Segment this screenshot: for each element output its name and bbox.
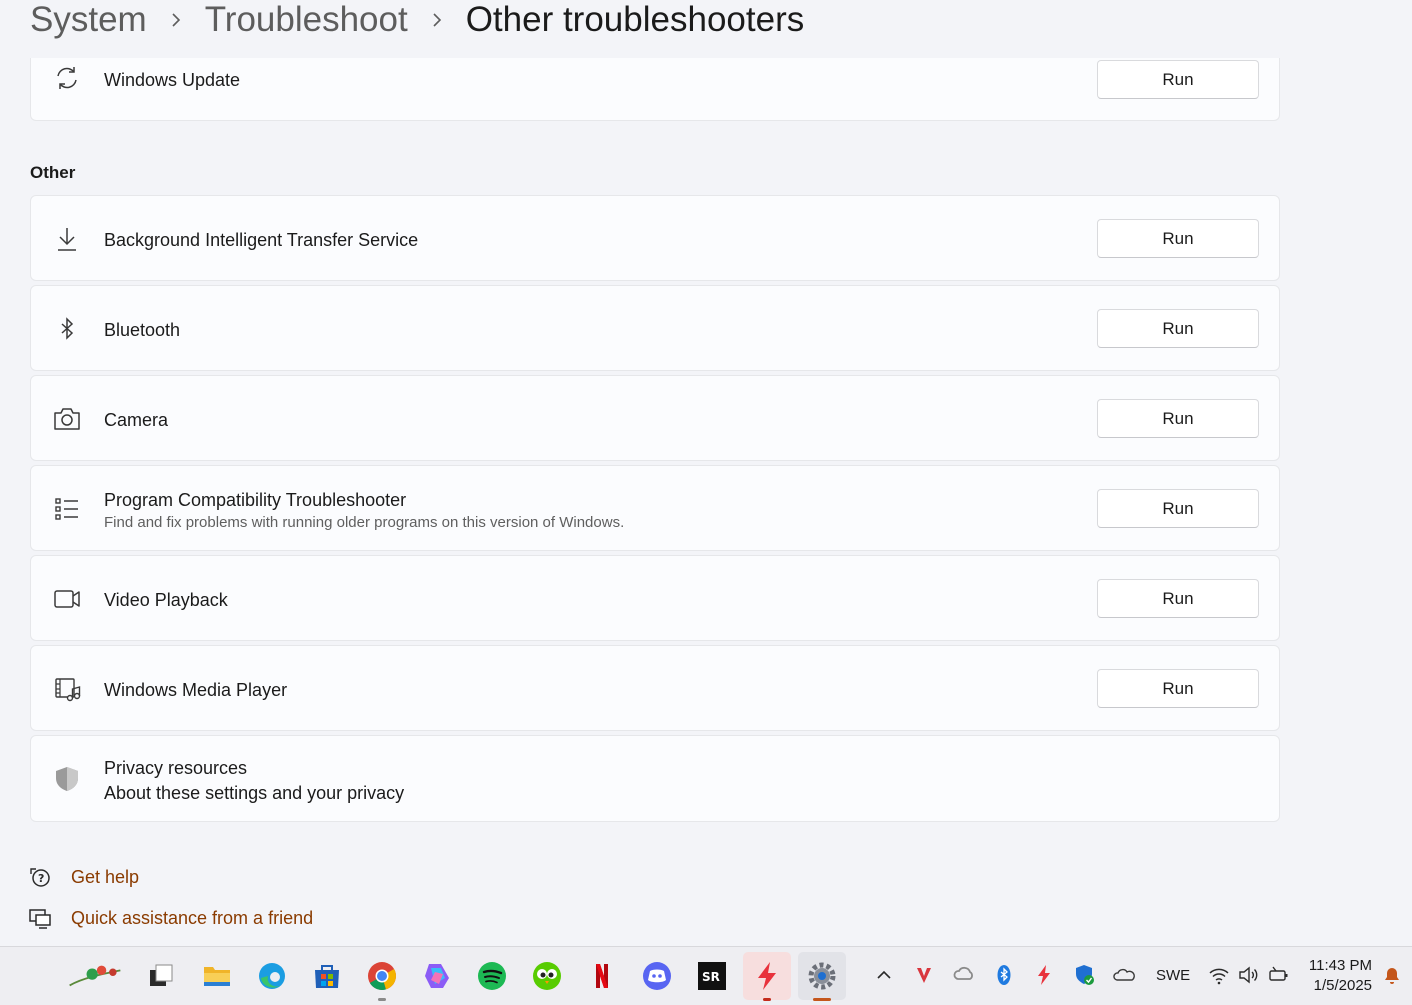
run-button-bits[interactable]: Run [1097, 219, 1259, 258]
store-icon[interactable] [308, 957, 346, 995]
flash-tray-icon[interactable] [1032, 963, 1056, 987]
troubleshooter-program-compatibility: Program Compatibility Troubleshooter Fin… [30, 465, 1280, 551]
running-indicator [813, 998, 831, 1001]
discord-icon[interactable] [638, 957, 676, 995]
troubleshooter-video-playback: Video Playback Run [30, 555, 1280, 641]
spotify-icon[interactable] [473, 957, 511, 995]
vivaldi-tray-icon[interactable] [912, 963, 936, 987]
chevron-up-icon[interactable] [872, 963, 896, 987]
bluetooth-tray-icon[interactable] [992, 963, 1016, 987]
breadcrumb: System Troubleshoot Other troubleshooter… [30, 0, 804, 46]
media-player-icon [53, 675, 81, 703]
running-indicator [763, 998, 771, 1001]
taskbar: SR SWE 11:43 PM 1/5/2025 [0, 946, 1412, 1005]
file-explorer-icon[interactable] [198, 957, 236, 995]
troubleshooter-title: Program Compatibility Troubleshooter [104, 490, 407, 510]
svg-text:?: ? [38, 872, 44, 885]
privacy-link[interactable]: About these settings and your privacy [104, 783, 404, 804]
troubleshooter-bits: Background Intelligent Transfer Service … [30, 195, 1280, 281]
clock-date: 1/5/2025 [1313, 977, 1372, 994]
run-button-bluetooth[interactable]: Run [1097, 309, 1259, 348]
quick-assist-link[interactable]: Quick assistance from a friend [71, 908, 313, 929]
wifi-icon[interactable] [1207, 963, 1231, 987]
sr-app-icon[interactable]: SR [693, 957, 731, 995]
task-view-icon[interactable] [141, 957, 179, 995]
video-icon [53, 585, 81, 613]
troubleshooter-title: Camera [104, 410, 169, 430]
get-help-link[interactable]: Get help [71, 867, 139, 888]
volume-icon[interactable] [1236, 963, 1260, 987]
privacy-resources-card: Privacy resources About these settings a… [30, 735, 1280, 822]
get-help-row[interactable]: ? Get help [28, 865, 139, 889]
chevron-right-icon [169, 13, 183, 27]
clock-time: 11:43 PM [1308, 957, 1372, 974]
troubleshooter-camera: Camera Run [30, 375, 1280, 461]
flash-app-icon[interactable] [743, 952, 791, 1001]
edge-icon[interactable] [253, 957, 291, 995]
troubleshooter-title: Background Intelligent Transfer Service [104, 230, 419, 250]
clock[interactable]: 11:43 PM 1/5/2025 [1309, 956, 1372, 996]
widgets-icon[interactable] [62, 957, 128, 995]
troubleshooter-title: Bluetooth [104, 320, 181, 340]
input-language[interactable]: SWE [1156, 967, 1190, 984]
defender-icon[interactable] [1072, 963, 1096, 987]
creative-cloud-icon[interactable] [952, 963, 976, 987]
troubleshooter-bluetooth: Bluetooth Run [30, 285, 1280, 371]
run-button-windows-media-player[interactable]: Run [1097, 669, 1259, 708]
shield-icon [53, 765, 81, 793]
onedrive-icon[interactable] [1112, 963, 1136, 987]
privacy-title: Privacy resources [104, 758, 248, 778]
troubleshooter-description: Find and fix problems with running older… [104, 514, 625, 531]
svg-text:SR: SR [702, 970, 720, 984]
page-title: Other troubleshooters [465, 0, 805, 39]
list-icon [53, 495, 81, 523]
netflix-icon[interactable] [583, 957, 621, 995]
copilot-icon[interactable] [418, 957, 456, 995]
remote-assist-icon [28, 906, 52, 930]
run-button-camera[interactable]: Run [1097, 399, 1259, 438]
download-icon [53, 225, 81, 253]
troubleshooter-title: Video Playback [104, 590, 228, 610]
battery-icon[interactable] [1266, 963, 1290, 987]
run-button-windows-update[interactable]: Run [1097, 60, 1259, 99]
section-heading-other: Other [30, 163, 76, 182]
settings-icon[interactable] [798, 952, 846, 1001]
run-button-program-compatibility[interactable]: Run [1097, 489, 1259, 528]
camera-icon [53, 405, 81, 433]
chrome-icon[interactable] [363, 957, 401, 1001]
help-icon: ? [28, 865, 52, 889]
bluetooth-icon [53, 315, 81, 343]
troubleshooter-windows-update: Windows Update Run [30, 58, 1280, 121]
quick-assist-row[interactable]: Quick assistance from a friend [28, 906, 313, 930]
troubleshooter-title: Windows Update [104, 70, 241, 90]
notification-bell-icon[interactable] [1380, 963, 1404, 987]
refresh-icon [53, 64, 81, 92]
chevron-right-icon [430, 13, 444, 27]
duolingo-icon[interactable] [528, 957, 566, 995]
running-indicator [378, 998, 386, 1001]
run-button-video-playback[interactable]: Run [1097, 579, 1259, 618]
breadcrumb-system[interactable]: System [30, 0, 147, 40]
troubleshooter-windows-media-player: Windows Media Player Run [30, 645, 1280, 731]
breadcrumb-troubleshoot[interactable]: Troubleshoot [205, 0, 408, 40]
troubleshooter-title: Windows Media Player [104, 680, 288, 700]
